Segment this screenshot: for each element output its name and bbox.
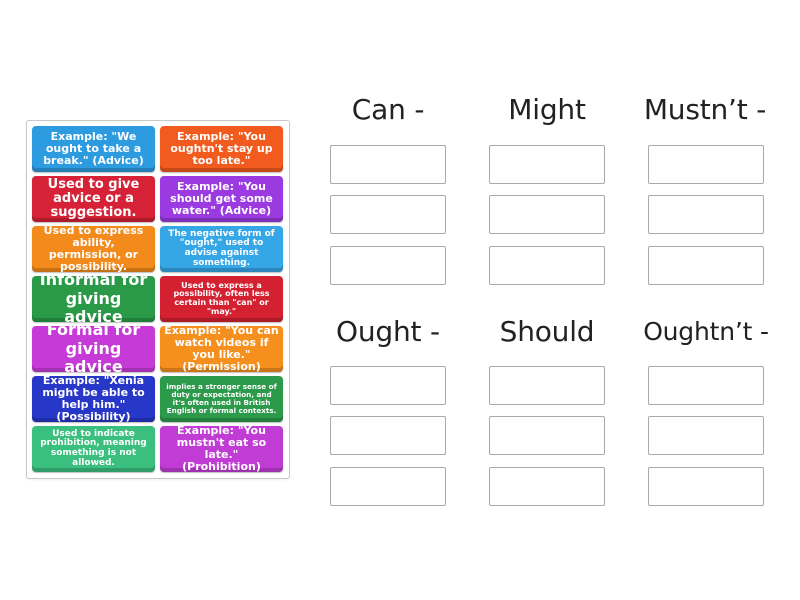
category-heading-might: Might <box>508 93 586 126</box>
drop-slot-should-2[interactable] <box>489 416 605 455</box>
drop-slot-ought-3[interactable] <box>330 467 446 506</box>
card-3[interactable]: Used to give advice or a suggestion. <box>32 176 155 222</box>
card-8[interactable]: Used to express a possibility, often les… <box>160 276 283 322</box>
drop-slot-can-2[interactable] <box>330 195 446 234</box>
drop-slot-might-2[interactable] <box>489 195 605 234</box>
card-11[interactable]: Example: "Xenia might be able to help hi… <box>32 376 155 422</box>
drop-slot-can-1[interactable] <box>330 145 446 184</box>
category-heading-mustnt: Mustn’t - <box>643 93 767 126</box>
drop-slot-mustnt-3[interactable] <box>648 246 764 285</box>
card-14[interactable]: Example: "You mustn't eat so late." (Pro… <box>160 426 283 472</box>
drop-slot-oughtnt-3[interactable] <box>648 467 764 506</box>
category-heading-should: Should <box>499 315 595 348</box>
drop-slot-mustnt-2[interactable] <box>648 195 764 234</box>
card-2[interactable]: Example: "You oughtn't stay up too late.… <box>160 126 283 172</box>
card-12[interactable]: implies a stronger sense of duty or expe… <box>160 376 283 422</box>
category-heading-oughtnt: Oughtn’t - <box>643 317 769 346</box>
card-10[interactable]: Example: "You can watch videos if you li… <box>160 326 283 372</box>
card-7[interactable]: Informal for giving advice <box>32 276 155 322</box>
activity-stage: Example: "We ought to take a break." (Ad… <box>0 0 800 600</box>
drop-slot-mustnt-1[interactable] <box>648 145 764 184</box>
drop-slot-might-1[interactable] <box>489 145 605 184</box>
drop-slot-oughtnt-2[interactable] <box>648 416 764 455</box>
drop-slot-oughtnt-1[interactable] <box>648 366 764 405</box>
card-1[interactable]: Example: "We ought to take a break." (Ad… <box>32 126 155 172</box>
card-5[interactable]: Used to express ability, permission, or … <box>32 226 155 272</box>
card-tray: Example: "We ought to take a break." (Ad… <box>26 120 290 479</box>
card-9[interactable]: Formal for giving advice <box>32 326 155 372</box>
card-4[interactable]: Example: "You should get some water." (A… <box>160 176 283 222</box>
drop-slot-can-3[interactable] <box>330 246 446 285</box>
drop-slot-ought-2[interactable] <box>330 416 446 455</box>
drop-slot-ought-1[interactable] <box>330 366 446 405</box>
card-6[interactable]: The negative form of "ought," used to ad… <box>160 226 283 272</box>
category-heading-can: Can - <box>351 93 425 126</box>
drop-slot-should-1[interactable] <box>489 366 605 405</box>
drop-slot-should-3[interactable] <box>489 467 605 506</box>
category-heading-ought: Ought - <box>336 315 440 348</box>
card-13[interactable]: Used to indicate prohibition, meaning so… <box>32 426 155 472</box>
drop-slot-might-3[interactable] <box>489 246 605 285</box>
